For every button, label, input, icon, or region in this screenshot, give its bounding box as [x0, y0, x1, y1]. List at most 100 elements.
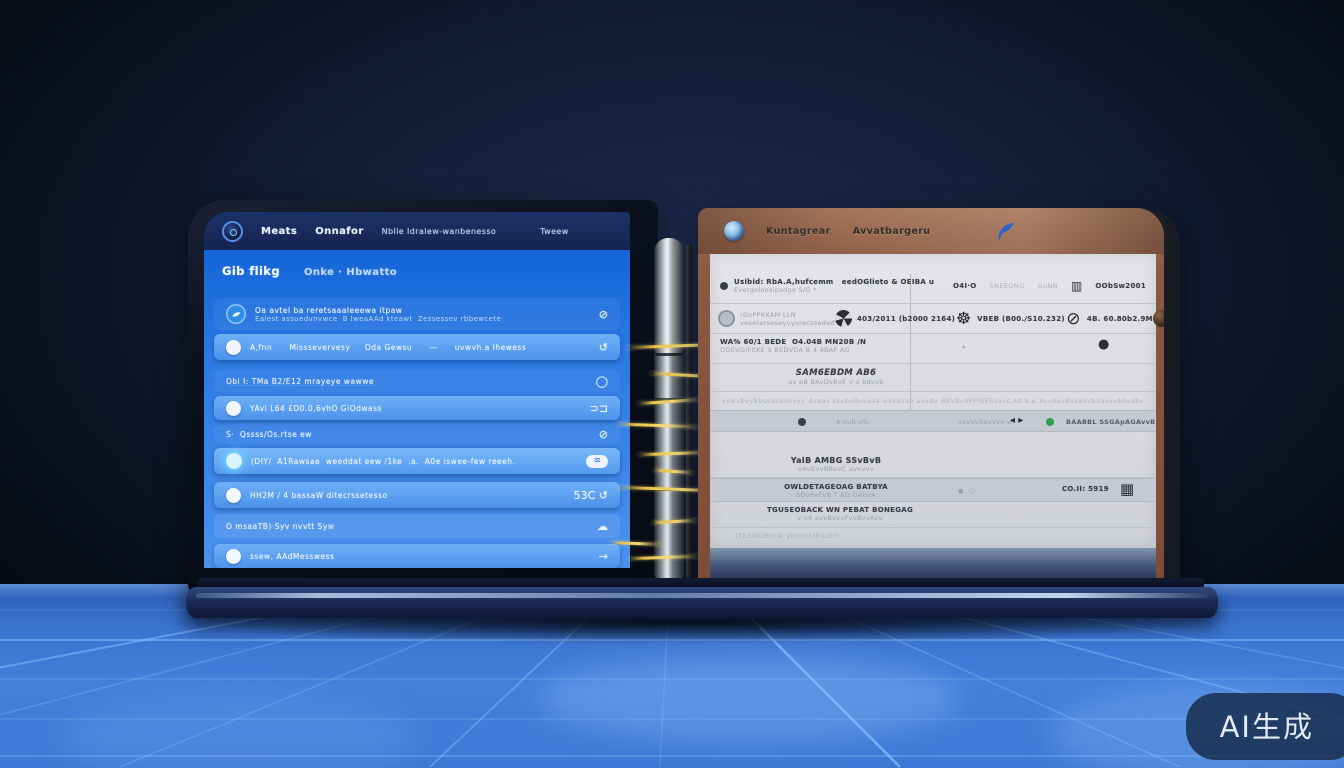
nav-item-4[interactable]: Tweew: [540, 227, 569, 236]
list-item-selected[interactable]: (DIY/ A1Rawsae weeddat eew /1ke .a. A0e …: [214, 448, 620, 474]
dual-screen-device: Meats Onnafor Nblle Idralew-wanbenesso T…: [188, 198, 1180, 618]
globe-logo-icon: [724, 221, 744, 241]
tab-active[interactable]: Gib flikg: [222, 264, 280, 278]
row-subtitle: v v4 avvBvvvFvvBvvAvv: [730, 514, 950, 522]
refresh-icon[interactable]: ↺: [599, 342, 608, 353]
cell-sub: veseterseseyvyvrecsseded: [740, 319, 835, 327]
list-item-text: A,fnn Misssevervesy Oda Gewsu — uvwvh.a …: [250, 343, 590, 352]
nav-item-2[interactable]: Onnafor: [315, 226, 363, 237]
row-subtitle: ODEVD/FEKE S BEDVDA B 4 4BAF AG: [720, 346, 866, 354]
row-cell: SNEEONG: [990, 282, 1025, 290]
tab-inactive[interactable]: Onke · Hbwatto: [304, 267, 397, 278]
footer-label: vvwvbvyBbsvavavevyy: [722, 397, 805, 405]
scene: Meats Onnafor Nblle Idralew-wanbenesso T…: [0, 0, 1344, 768]
dot-badge-icon: [226, 549, 241, 564]
dot-badge-icon: [226, 488, 241, 503]
footer-label: Avaav svvbvBvvvaa: [808, 397, 880, 405]
table-row: vvwvbvyBbsvavavevyy Avaav svvbvBvvvaa uv…: [710, 392, 1156, 410]
fan-icon: [835, 310, 852, 327]
table-row[interactable]: OWLDETAGEOAG BATBYA SDvPvFvB T BD DAbvA …: [710, 478, 1156, 502]
list-item[interactable]: Obi I: TMa B2/E12 mrayeye wawwe ◯: [214, 370, 620, 392]
hinge-tube-cap: [654, 238, 684, 356]
list-item-text: HH2M / 4 bassaW ditecrssetesso: [250, 491, 565, 500]
row-title: ITEEWGBIOW VEIGOEIBIUOTI: [736, 532, 840, 540]
dot-badge-icon: [226, 340, 241, 355]
table-row[interactable]: SAM6EBDM AB6 av aB BAvDvBvE v u bdvvb: [710, 364, 1156, 392]
circle-slash-icon: ⊘: [1065, 310, 1082, 327]
bird-logo-icon: [992, 218, 1018, 244]
base-highlight: [196, 593, 1208, 598]
row-title: Usibid: RbA.A,hufcemm eedOGlieto & OEIBA…: [734, 278, 934, 286]
left-header: Meats Onnafor Nblle Idralew-wanbenesso T…: [204, 212, 630, 250]
circle-icon[interactable]: ◯: [596, 376, 608, 387]
list-item[interactable]: Oa avtel ba reretsaaaleeewa itpaw Ealest…: [214, 298, 620, 330]
table-row[interactable]: WA% 60/1 BEDE O4.04B MN20B /N ODEVD/FEKE…: [710, 334, 1156, 364]
band-label: 4 vuB v%: [836, 418, 869, 426]
watermark-badge: AI生成: [1186, 693, 1344, 760]
list-item[interactable]: YAvi L64 £D0.0,6vhO GiOdwass ⊃⊐: [214, 396, 620, 420]
cell-label: VBEB (B00./S10.232): [977, 315, 1065, 323]
list-item[interactable]: ssew, AAdMesswess →: [214, 544, 620, 568]
table-row[interactable]: YaIB AMBG SSvBvB v4vBvvBBvvC avvvvv: [710, 452, 1156, 478]
blob-icon: ●: [1098, 338, 1109, 351]
list-item-text: YAvi L64 £D0.0,6vhO GiOdwass: [250, 404, 581, 413]
list-item-text: O msaaTB)·Syv nvvtt Syw: [226, 522, 588, 531]
table-row[interactable]: Usibid: RbA.A,hufcemm eedOGlieto & OEIBA…: [710, 268, 1156, 304]
list-item-link[interactable]: Obi I: TMa B2/E12 mrayeye wawwe: [226, 377, 587, 386]
arrow-icon[interactable]: →: [599, 551, 608, 562]
list-item[interactable]: A,fnn Misssevervesy Oda Gewsu — uvwvh.a …: [214, 334, 620, 360]
list-item[interactable]: O msaaTB)·Syv nvvtt Syw ☁: [214, 514, 620, 538]
cell-label: 403/2011 (b2000 2164): [857, 315, 955, 323]
right-nav-item-1[interactable]: Kuntagrear: [766, 226, 831, 237]
barcode-label: OObSw2001: [1095, 282, 1146, 290]
list-item-text: S· Qssss/Os.rtse ew: [226, 430, 590, 439]
table-row[interactable]: 4 vuB v% avvvvBevvvv-w ◂ ▸ BAABBL SSGApA…: [710, 410, 1156, 432]
left-screen: Meats Onnafor Nblle Idralew-wanbenesso T…: [204, 212, 630, 568]
footer-label: uvvavab avvdv: [883, 397, 938, 405]
list-item-subtitle: Ealest assuedvnvwce B lweaAAd kteawt Zes…: [255, 315, 590, 323]
right-header: Kuntagrear Avvatbargeru: [698, 208, 1164, 254]
table-row[interactable]: rGvPPKKAM LLN veseterseseyvyvrecsseded 4…: [710, 304, 1156, 334]
cell-label: rGvPPKKAM LLN: [740, 311, 835, 319]
left-panel-bezel: Meats Onnafor Nblle Idralew-wanbenesso T…: [188, 200, 658, 598]
right-bezel-leather: Kuntagrear Avvatbargeru Usibid: RbA.A,hu…: [698, 208, 1164, 586]
refresh-counter-icon[interactable]: 53C ↺: [574, 490, 608, 501]
arrows-icon[interactable]: ◂ ▸: [1010, 416, 1023, 426]
action-pill-icon[interactable]: ≋: [586, 455, 608, 468]
row-cell: O4I·O: [953, 282, 977, 290]
nav-item-1[interactable]: Meats: [261, 226, 297, 237]
right-nav-item-2[interactable]: Avvatbargeru: [853, 226, 931, 237]
right-panel-bezel: Kuntagrear Avvatbargeru Usibid: RbA.A,hu…: [698, 208, 1180, 594]
list-item[interactable]: S· Qssss/Os.rtse ew ⊘: [214, 424, 620, 444]
circle-slash-icon[interactable]: ⊘: [599, 309, 608, 320]
list-item[interactable]: HH2M / 4 bassaW ditecrssetesso 53C ↺: [214, 482, 620, 508]
watermark-label: AI生成: [1220, 710, 1314, 744]
list-item-title: Oa avtel ba reretsaaaleeewa itpaw: [255, 306, 590, 315]
code-label: CO.II: 5919: [1062, 485, 1109, 493]
nav-item-3[interactable]: Nblle Idralew-wanbenesso: [382, 227, 497, 236]
hinge-spine: [646, 238, 696, 586]
row-cell: GuNN: [1038, 282, 1058, 290]
bullet-icon: [720, 282, 728, 290]
cloud-icon[interactable]: ☁: [597, 521, 608, 532]
row-subtitle: v4vBvvBBvvC avvvvv: [746, 465, 926, 473]
band-label: avvvvBevvvv-w: [958, 418, 1013, 426]
disc-icon: [718, 310, 735, 327]
status-dot-icon: [1046, 418, 1054, 426]
table-row: ITEEWGBIOW VEIGOEIBIUOTI: [710, 528, 1156, 546]
marker-icon: ▴: [962, 342, 966, 350]
toggle-dots-icon[interactable]: ● ○: [958, 487, 975, 495]
bullet-icon: [798, 418, 806, 426]
dot-badge-icon: [226, 401, 241, 416]
table-row[interactable]: TGUSEOBACK WN PEBAT BONEGAG v v4 avvBvvv…: [710, 502, 1156, 528]
qr-code-icon[interactable]: ▦: [1120, 482, 1134, 497]
wheel-icon: ☸: [955, 310, 972, 327]
badge-icons[interactable]: ⊃⊐: [590, 403, 608, 414]
circle-slash-icon[interactable]: ⊘: [599, 429, 608, 440]
footer-label: BBvBvAPPIBEEvavc,40.b.u: [941, 397, 1036, 405]
device-base: [186, 587, 1218, 618]
list-item-text: ssew, AAdMesswess: [250, 552, 590, 561]
row-title: SAM6EBDM AB6: [746, 368, 926, 378]
hinge-rod: [686, 244, 692, 578]
list-item-text: (DIY/ A1Rawsae weeddat eew /1ke .a. A0e …: [251, 457, 577, 466]
